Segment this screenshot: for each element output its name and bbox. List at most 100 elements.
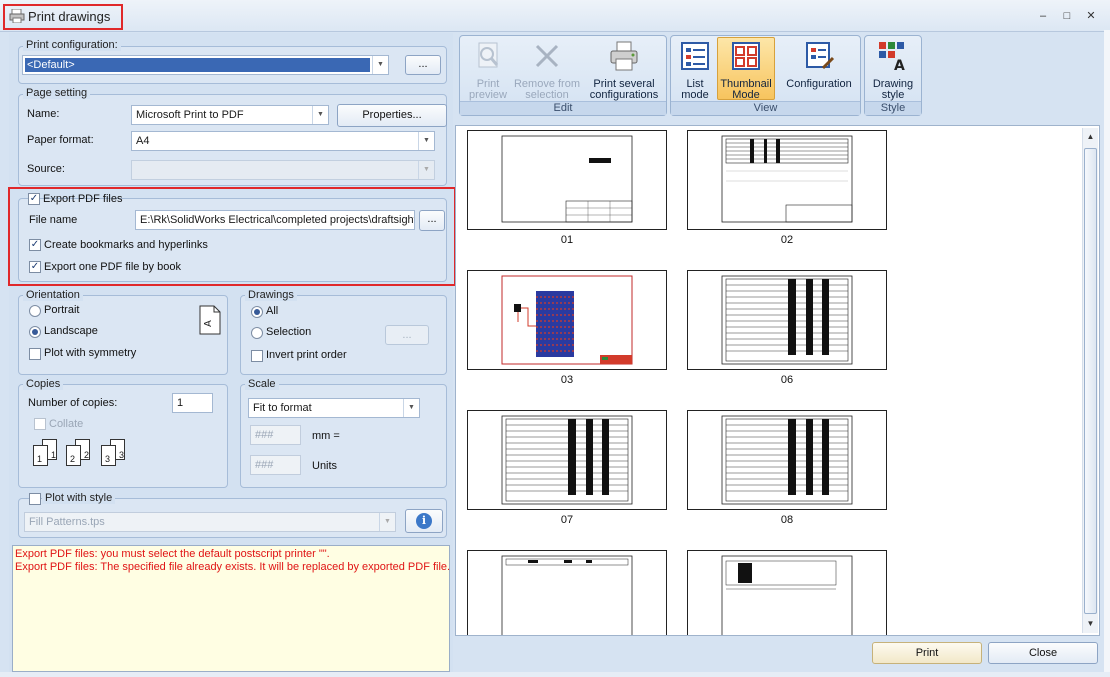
drawing-thumbnail-07[interactable]	[467, 410, 667, 510]
chevron-down-icon: ▼	[418, 132, 434, 150]
number-of-copies-label: Number of copies:	[28, 397, 118, 409]
print-configuration-select[interactable]: <Default> ▼	[22, 55, 389, 75]
thumbnail-label: 01	[560, 234, 574, 246]
paper-format-label: Paper format:	[27, 134, 94, 146]
chevron-down-icon: ▼	[403, 399, 419, 417]
paper-format-value: A4	[136, 135, 150, 147]
configuration-icon	[806, 42, 835, 70]
ribbon-caption-style: Style	[865, 101, 921, 115]
bookmarks-label: Create bookmarks and hyperlinks	[44, 239, 208, 251]
landscape-label: Landscape	[44, 325, 98, 337]
print-configuration-label: Print configuration:	[23, 39, 121, 51]
number-of-copies-input[interactable]: 1	[172, 393, 213, 413]
drawing-thumbnail[interactable]	[467, 550, 667, 635]
invert-order-label: Invert print order	[266, 349, 347, 361]
thumbnail-mode-icon	[732, 42, 760, 70]
scale-label: Scale	[245, 378, 279, 390]
maximize-button[interactable]: □	[1059, 8, 1075, 24]
svg-text:A: A	[894, 58, 905, 72]
scale-mm-input[interactable]: ###	[250, 425, 301, 445]
window-bottom-edge	[0, 672, 1110, 677]
svg-text:A: A	[203, 320, 214, 327]
plot-symmetry-label: Plot with symmetry	[44, 347, 137, 359]
chevron-down-icon: ▼	[312, 106, 328, 124]
remove-from-selection-button[interactable]: Remove from selection	[512, 38, 582, 101]
thumbnail-label: 02	[780, 234, 794, 246]
copies-label: Copies	[23, 378, 64, 390]
printer-name-label: Name:	[27, 108, 60, 120]
all-drawings-radio[interactable]	[251, 306, 263, 318]
message-line: Export PDF files: The specified file alr…	[15, 561, 451, 573]
plot-style-select[interactable]: Fill Patterns.tps ▼	[24, 512, 396, 532]
plot-symmetry-checkbox[interactable]	[29, 348, 41, 360]
list-mode-icon	[681, 42, 709, 70]
thumbnail-label: 07	[560, 514, 574, 526]
title-highlight-box	[3, 4, 123, 30]
scale-units-value: ###	[255, 459, 274, 471]
selection-radio[interactable]	[251, 327, 263, 339]
chevron-down-icon: ▼	[372, 56, 388, 74]
plot-style-value: Fill Patterns.tps	[29, 516, 105, 528]
minimize-button[interactable]: –	[1035, 8, 1051, 24]
ribbon-caption-edit: Edit	[460, 101, 666, 115]
window-right-edge	[1104, 30, 1110, 672]
thumbnail-label: 06	[780, 374, 794, 386]
scroll-down-icon[interactable]: ▼	[1083, 617, 1098, 631]
scale-units-input[interactable]: ###	[250, 455, 301, 475]
bookmarks-checkbox[interactable]: ✓	[29, 239, 41, 251]
paper-format-select[interactable]: A4 ▼	[131, 131, 435, 151]
thumbnail-mode-button[interactable]: Thumbnail Mode	[717, 37, 775, 101]
thumbnail-label: 03	[560, 374, 574, 386]
scroll-up-icon[interactable]: ▲	[1083, 130, 1098, 144]
thumbnail-scrollbar[interactable]: ▲ ▼	[1082, 128, 1098, 633]
selection-label: Selection	[266, 326, 312, 338]
source-select[interactable]: ▼	[131, 160, 435, 180]
file-name-input[interactable]: E:\Rk\SolidWorks Electrical\completed pr…	[135, 210, 415, 230]
configuration-button[interactable]: Configuration	[779, 38, 859, 100]
ribbon-group-edit: Print preview Remove from selection Prin…	[459, 35, 667, 116]
style-info-button[interactable]: i	[405, 509, 443, 533]
drawing-thumbnail-03[interactable]	[467, 270, 667, 370]
plot-style-checkbox[interactable]	[29, 493, 41, 505]
selection-browse-button[interactable]: ...	[385, 325, 429, 345]
info-icon: i	[416, 513, 432, 529]
drawing-thumbnail-02[interactable]	[687, 130, 887, 230]
thumbnail-view[interactable]: 01 02 03 06 07 08	[455, 125, 1100, 636]
print-preview-button[interactable]: Print preview	[464, 38, 512, 101]
landscape-radio[interactable]	[29, 326, 41, 338]
close-window-button[interactable]: ✕	[1083, 8, 1099, 24]
all-drawings-label: All	[266, 305, 279, 317]
portrait-label: Portrait	[44, 304, 80, 316]
drawing-thumbnail-06[interactable]	[687, 270, 887, 370]
printer-name-value: Microsoft Print to PDF	[136, 109, 244, 121]
print-several-configurations-button[interactable]: Print several configurations	[584, 38, 664, 101]
drawing-thumbnail[interactable]	[687, 550, 887, 635]
scale-select[interactable]: Fit to format ▼	[248, 398, 420, 418]
file-name-browse-button[interactable]: ...	[419, 210, 445, 231]
collate-checkbox[interactable]	[34, 418, 46, 430]
invert-order-checkbox[interactable]	[251, 350, 263, 362]
chevron-down-icon: ▼	[379, 513, 395, 531]
one-pdf-per-book-checkbox[interactable]: ✓	[29, 261, 41, 273]
drawings-label: Drawings	[245, 289, 297, 301]
print-preview-icon	[478, 42, 499, 68]
drawing-thumbnail-08[interactable]	[687, 410, 887, 510]
drawing-style-button[interactable]: A Drawing style	[867, 38, 919, 101]
drawing-thumbnail-01[interactable]	[467, 130, 667, 230]
close-button[interactable]: Close	[988, 642, 1098, 664]
portrait-radio[interactable]	[29, 305, 41, 317]
export-pdf-checkbox[interactable]: ✓	[28, 193, 40, 205]
export-pdf-label: Export PDF files	[43, 193, 123, 205]
printer-icon	[610, 41, 638, 71]
plot-style-label: Plot with style	[42, 492, 116, 504]
scrollbar-thumb[interactable]	[1084, 148, 1097, 614]
list-mode-button[interactable]: List mode	[675, 38, 715, 101]
drawing-style-icon: A	[879, 42, 905, 74]
file-name-label: File name	[29, 214, 78, 226]
ribbon-group-view: List mode Thumbnail Mode Configuration V…	[670, 35, 861, 116]
printer-name-select[interactable]: Microsoft Print to PDF ▼	[131, 105, 329, 125]
properties-button[interactable]: Properties...	[337, 104, 447, 127]
message-line: Export PDF files: you must select the de…	[15, 548, 330, 560]
print-button[interactable]: Print	[872, 642, 982, 664]
print-configuration-browse-button[interactable]: ...	[405, 55, 441, 75]
